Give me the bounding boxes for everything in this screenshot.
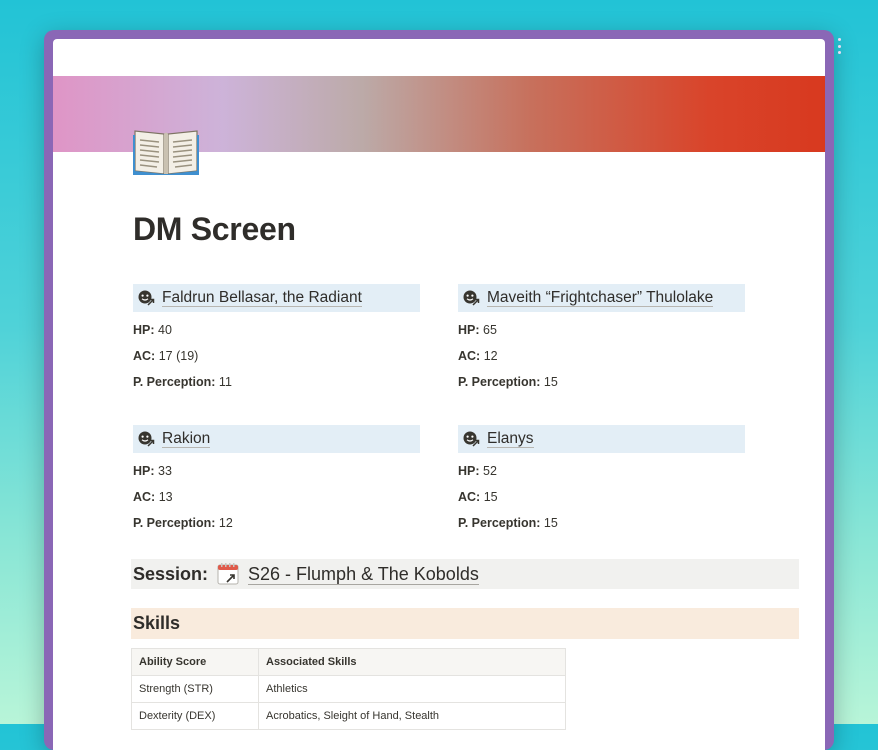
hp-stat: HP: 52 <box>458 464 745 479</box>
character-link[interactable]: Faldrun Bellasar, the Radiant <box>162 289 362 307</box>
session-label: Session: <box>133 563 209 584</box>
character-header: Faldrun Bellasar, the Radiant <box>133 284 420 312</box>
session-link[interactable]: S26 - Flumph & The Kobolds <box>248 564 479 585</box>
perception-value: 11 <box>218 375 232 389</box>
window-menu-dots[interactable] <box>836 38 842 54</box>
character-card-faldrun: Faldrun Bellasar, the Radiant HP: 40 AC:… <box>133 284 420 390</box>
ac-value: 13 <box>158 490 173 504</box>
ac-stat: AC: 17 (19) <box>133 349 420 364</box>
character-card-maveith: Maveith “Frightchaser” Thulolake HP: 65 … <box>458 284 745 390</box>
table-row: Strength (STR) Athletics <box>131 675 566 703</box>
notion-page: DM Screen Faldrun Bellasar, the Radiant … <box>53 39 825 750</box>
table-cell[interactable]: Acrobatics, Sleight of Hand, Stealth <box>258 702 566 730</box>
open-book-icon[interactable] <box>133 121 199 175</box>
skills-heading: Skills <box>131 608 799 639</box>
character-header: Elanys <box>458 425 745 453</box>
face-arrow-icon <box>138 290 155 306</box>
face-arrow-icon <box>463 431 480 447</box>
column-header-ability[interactable]: Ability Score <box>131 648 259 676</box>
perception-label: P. Perception: <box>458 375 541 389</box>
table-cell[interactable]: Dexterity (DEX) <box>131 702 259 730</box>
table-row: Dexterity (DEX) Acrobatics, Sleight of H… <box>131 702 566 730</box>
perception-value: 12 <box>218 516 233 530</box>
perception-label: P. Perception: <box>458 516 541 530</box>
face-arrow-icon <box>138 431 155 447</box>
character-link[interactable]: Elanys <box>487 430 534 448</box>
ac-stat: AC: 12 <box>458 349 745 364</box>
face-arrow-icon <box>463 290 480 306</box>
skills-title[interactable]: Skills <box>133 613 180 634</box>
column-header-skills[interactable]: Associated Skills <box>258 648 566 676</box>
ac-stat: AC: 15 <box>458 490 745 505</box>
perception-stat: P. Perception: 15 <box>458 375 745 390</box>
perception-label: P. Perception: <box>133 516 216 530</box>
hp-stat: HP: 65 <box>458 323 745 338</box>
hp-stat: HP: 40 <box>133 323 420 338</box>
ac-value: 17 (19) <box>158 349 199 363</box>
hp-value: 52 <box>483 464 497 478</box>
character-header: Rakion <box>133 425 420 453</box>
ac-value: 12 <box>483 349 498 363</box>
table-header-row: Ability Score Associated Skills <box>131 648 566 676</box>
session-callout: Session: S26 - Flumph & The Kobolds <box>131 559 799 589</box>
perception-stat: P. Perception: 11 <box>133 375 420 390</box>
perception-stat: P. Perception: 12 <box>133 516 420 531</box>
hp-value: 40 <box>158 323 172 337</box>
ac-label: AC: <box>458 490 481 504</box>
hp-value: 33 <box>158 464 172 478</box>
hp-label: HP: <box>133 323 155 337</box>
ac-label: AC: <box>133 490 156 504</box>
character-card-rakion: Rakion HP: 33 AC: 13 P. Perception: 12 <box>133 425 420 531</box>
table-cell[interactable]: Strength (STR) <box>131 675 259 703</box>
table-cell[interactable]: Athletics <box>258 675 566 703</box>
ac-label: AC: <box>133 349 156 363</box>
hp-stat: HP: 33 <box>133 464 420 479</box>
character-link[interactable]: Rakion <box>162 430 211 448</box>
ac-label: AC: <box>458 349 481 363</box>
hp-label: HP: <box>133 464 155 478</box>
hp-label: HP: <box>458 323 480 337</box>
hp-label: HP: <box>458 464 480 478</box>
character-card-elanys: Elanys HP: 52 AC: 15 P. Perception: 15 <box>458 425 745 531</box>
calendar-link-icon <box>217 563 239 585</box>
skills-table: Ability Score Associated Skills Strength… <box>131 648 566 730</box>
perception-value: 15 <box>543 516 558 530</box>
ac-stat: AC: 13 <box>133 490 420 505</box>
app-window: DM Screen Faldrun Bellasar, the Radiant … <box>44 30 841 750</box>
perception-label: P. Perception: <box>133 375 216 389</box>
perception-stat: P. Perception: 15 <box>458 516 745 531</box>
hp-value: 65 <box>483 323 497 337</box>
character-link[interactable]: Maveith “Frightchaser” Thulolake <box>487 289 714 307</box>
page-title[interactable]: DM Screen <box>133 211 296 248</box>
perception-value: 15 <box>543 375 558 389</box>
character-header: Maveith “Frightchaser” Thulolake <box>458 284 745 312</box>
ac-value: 15 <box>483 490 498 504</box>
